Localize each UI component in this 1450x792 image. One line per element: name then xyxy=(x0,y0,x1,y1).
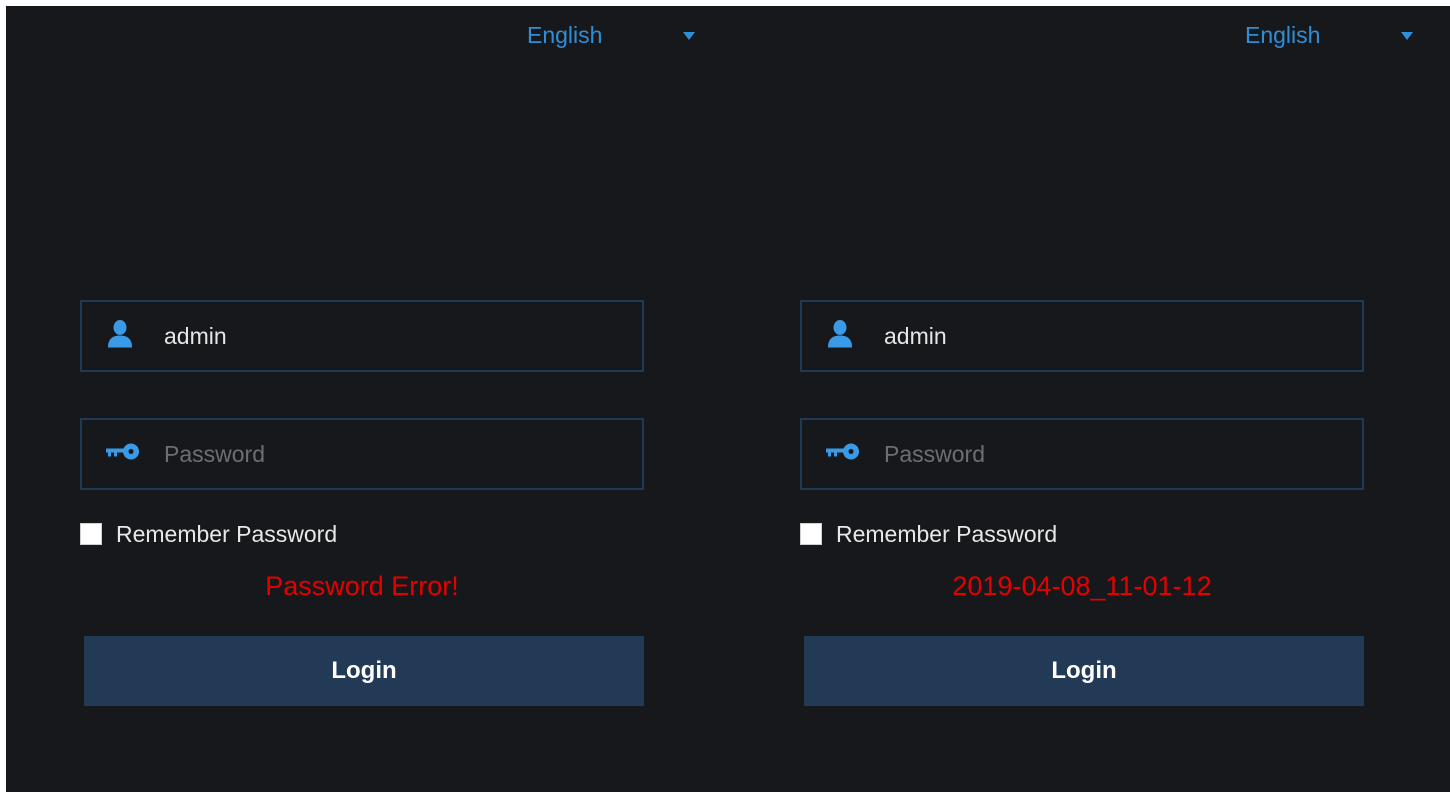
password-field[interactable] xyxy=(80,418,644,490)
user-icon xyxy=(106,319,134,354)
status-message: Password Error! xyxy=(265,571,459,601)
language-selector[interactable]: English xyxy=(527,20,695,50)
username-field[interactable] xyxy=(80,300,644,372)
language-selector[interactable]: English xyxy=(1245,20,1413,50)
remember-checkbox[interactable] xyxy=(80,523,102,545)
login-button[interactable]: Login xyxy=(804,636,1364,706)
remember-password[interactable]: Remember Password xyxy=(80,518,337,550)
login-screen: English admin Remember Password Password… xyxy=(6,6,1450,792)
username-input[interactable] xyxy=(164,316,624,356)
key-icon xyxy=(826,442,860,467)
remember-label: Remember Password xyxy=(116,521,338,547)
key-icon xyxy=(106,442,140,467)
remember-label: Remember Password xyxy=(836,521,1058,547)
login-panel-left: English admin Remember Password Password… xyxy=(6,6,726,792)
remember-checkbox[interactable] xyxy=(800,523,822,545)
login-button[interactable]: Login xyxy=(84,636,644,706)
language-label: English xyxy=(527,22,603,48)
status-message: 2019-04-08_11-01-12 xyxy=(952,571,1212,601)
password-input[interactable] xyxy=(164,434,624,474)
password-input[interactable] xyxy=(884,434,1344,474)
username-field[interactable] xyxy=(800,300,1364,372)
chevron-down-icon[interactable] xyxy=(1401,32,1413,40)
login-panel-right: English admin Remember Password 2019-04-… xyxy=(726,6,1446,792)
username-input[interactable] xyxy=(884,316,1344,356)
language-label: English xyxy=(1245,22,1321,48)
password-field[interactable] xyxy=(800,418,1364,490)
user-icon xyxy=(826,319,854,354)
remember-password[interactable]: Remember Password xyxy=(800,518,1057,550)
chevron-down-icon[interactable] xyxy=(683,32,695,40)
